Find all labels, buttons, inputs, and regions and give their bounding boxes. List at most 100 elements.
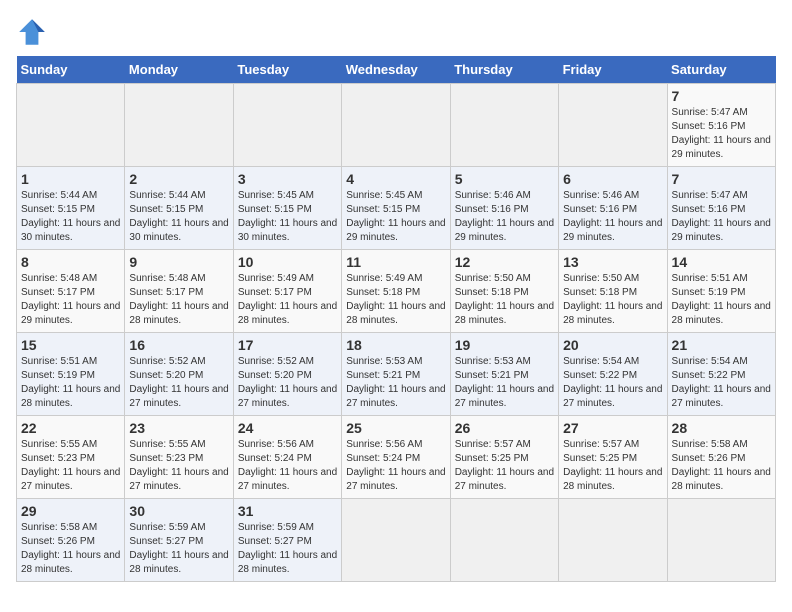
day-info: Sunrise: 5:44 AMSunset: 5:15 PMDaylight:… (129, 189, 228, 245)
day-number: 22 (21, 420, 120, 436)
calendar-table: SundayMondayTuesdayWednesdayThursdayFrid… (16, 56, 776, 582)
day-number: 27 (563, 420, 662, 436)
calendar-day-cell (125, 84, 233, 167)
day-number: 25 (346, 420, 445, 436)
calendar-day-cell: 3Sunrise: 5:45 AMSunset: 5:15 PMDaylight… (233, 167, 341, 250)
logo-icon (16, 16, 48, 48)
day-of-week-header: Monday (125, 56, 233, 84)
calendar-day-cell: 29Sunrise: 5:58 AMSunset: 5:26 PMDayligh… (17, 499, 125, 582)
calendar-day-cell: 31 Sunrise: 5:59 AMSunset: 5:27 PMDayligh… (233, 499, 341, 582)
day-info: Sunrise: 5:57 AMSunset: 5:25 PMDaylight:… (455, 438, 554, 494)
day-info: Sunrise: 5:52 AMSunset: 5:20 PMDaylight:… (238, 355, 337, 411)
day-info: Sunrise: 5:48 AMSunset: 5:17 PMDaylight:… (21, 272, 120, 328)
day-of-week-header: Thursday (450, 56, 558, 84)
day-info: Sunrise: 5:47 AMSunset: 5:16 PMDaylight:… (672, 106, 771, 162)
calendar-day-cell: 8 Sunrise: 5:48 AMSunset: 5:17 PMDaylight… (17, 250, 125, 333)
calendar-day-cell (559, 499, 667, 582)
day-info: Sunrise: 5:49 AMSunset: 5:18 PMDaylight:… (346, 272, 445, 328)
day-number: 14 (672, 254, 771, 270)
day-number: 13 (563, 254, 662, 270)
day-number: 24 (238, 420, 337, 436)
day-number: 18 (346, 337, 445, 353)
calendar-day-cell: 15Sunrise: 5:51 AMSunset: 5:19 PMDayligh… (17, 333, 125, 416)
calendar-day-cell: 23Sunrise: 5:55 AMSunset: 5:23 PMDayligh… (125, 416, 233, 499)
day-info: Sunrise: 5:45 AMSunset: 5:15 PMDaylight:… (238, 189, 337, 245)
calendar-day-cell: 10Sunrise: 5:49 AMSunset: 5:17 PMDayligh… (233, 250, 341, 333)
day-number: 6 (563, 171, 662, 187)
calendar-day-cell (450, 84, 558, 167)
calendar-day-cell: 13 Sunrise: 5:50 AMSunset: 5:18 PMDayligh… (559, 250, 667, 333)
day-info: Sunrise: 5:53 AMSunset: 5:21 PMDaylight:… (346, 355, 445, 411)
day-number: 31 (238, 503, 337, 519)
calendar-day-cell: 9Sunrise: 5:48 AMSunset: 5:17 PMDaylight… (125, 250, 233, 333)
day-number: 20 (563, 337, 662, 353)
day-number: 21 (672, 337, 771, 353)
day-number: 8 (21, 254, 120, 270)
calendar-week-row: 8 Sunrise: 5:48 AMSunset: 5:17 PMDaylight… (17, 250, 776, 333)
calendar-week-row: 15Sunrise: 5:51 AMSunset: 5:19 PMDayligh… (17, 333, 776, 416)
day-info: Sunrise: 5:58 AMSunset: 5:26 PMDaylight:… (21, 521, 120, 577)
calendar-day-cell: 25Sunrise: 5:56 AMSunset: 5:24 PMDayligh… (342, 416, 450, 499)
day-number: 16 (129, 337, 228, 353)
calendar-day-cell: 24Sunrise: 5:56 AMSunset: 5:24 PMDayligh… (233, 416, 341, 499)
day-number: 19 (455, 337, 554, 353)
day-info: Sunrise: 5:45 AMSunset: 5:15 PMDaylight:… (346, 189, 445, 245)
calendar-day-cell: 17 Sunrise: 5:52 AMSunset: 5:20 PMDayligh… (233, 333, 341, 416)
day-number: 2 (129, 171, 228, 187)
day-info: Sunrise: 5:48 AMSunset: 5:17 PMDaylight:… (129, 272, 228, 328)
day-number: 28 (672, 420, 771, 436)
calendar-day-cell: 4 Sunrise: 5:45 AMSunset: 5:15 PMDaylight… (342, 167, 450, 250)
day-of-week-header: Wednesday (342, 56, 450, 84)
calendar-day-cell: 22 Sunrise: 5:55 AMSunset: 5:23 PMDayligh… (17, 416, 125, 499)
calendar-day-cell: 12 Sunrise: 5:50 AMSunset: 5:18 PMDayligh… (450, 250, 558, 333)
day-info: Sunrise: 5:52 AMSunset: 5:20 PMDaylight:… (129, 355, 228, 411)
calendar-day-cell: 11Sunrise: 5:49 AMSunset: 5:18 PMDayligh… (342, 250, 450, 333)
day-of-week-header: Friday (559, 56, 667, 84)
calendar-day-cell: 14 Sunrise: 5:51 AMSunset: 5:19 PMDayligh… (667, 250, 775, 333)
calendar-day-cell (559, 84, 667, 167)
calendar-day-cell: 5Sunrise: 5:46 AMSunset: 5:16 PMDaylight… (450, 167, 558, 250)
calendar-day-cell: 7 Sunrise: 5:47 AMSunset: 5:16 PMDaylight… (667, 167, 775, 250)
day-number: 30 (129, 503, 228, 519)
day-info: Sunrise: 5:55 AMSunset: 5:23 PMDaylight:… (21, 438, 120, 494)
calendar-week-row: 7 Sunrise: 5:47 AMSunset: 5:16 PMDaylight… (17, 84, 776, 167)
calendar-day-cell: 19 Sunrise: 5:53 AMSunset: 5:21 PMDayligh… (450, 333, 558, 416)
day-number: 12 (455, 254, 554, 270)
calendar-day-cell: 28Sunrise: 5:58 AMSunset: 5:26 PMDayligh… (667, 416, 775, 499)
day-number: 26 (455, 420, 554, 436)
day-info: Sunrise: 5:44 AMSunset: 5:15 PMDaylight:… (21, 189, 120, 245)
day-info: Sunrise: 5:49 AMSunset: 5:17 PMDaylight:… (238, 272, 337, 328)
day-info: Sunrise: 5:46 AMSunset: 5:16 PMDaylight:… (455, 189, 554, 245)
day-info: Sunrise: 5:59 AMSunset: 5:27 PMDaylight:… (238, 521, 337, 577)
day-info: Sunrise: 5:50 AMSunset: 5:18 PMDaylight:… (455, 272, 554, 328)
calendar-day-cell: 21Sunrise: 5:54 AMSunset: 5:22 PMDayligh… (667, 333, 775, 416)
calendar-day-cell (342, 84, 450, 167)
calendar-day-cell (233, 84, 341, 167)
calendar-day-cell: 20Sunrise: 5:54 AMSunset: 5:22 PMDayligh… (559, 333, 667, 416)
day-info: Sunrise: 5:46 AMSunset: 5:16 PMDaylight:… (563, 189, 662, 245)
calendar-day-cell: 26 Sunrise: 5:57 AMSunset: 5:25 PMDayligh… (450, 416, 558, 499)
day-number: 1 (21, 171, 120, 187)
calendar-day-cell: 30 Sunrise: 5:59 AMSunset: 5:27 PMDayligh… (125, 499, 233, 582)
calendar-day-cell: 18 Sunrise: 5:53 AMSunset: 5:21 PMDayligh… (342, 333, 450, 416)
day-number: 17 (238, 337, 337, 353)
day-number: 4 (346, 171, 445, 187)
page-header (16, 16, 776, 48)
day-info: Sunrise: 5:59 AMSunset: 5:27 PMDaylight:… (129, 521, 228, 577)
day-of-week-header: Tuesday (233, 56, 341, 84)
calendar-day-cell: 6 Sunrise: 5:46 AMSunset: 5:16 PMDaylight… (559, 167, 667, 250)
day-number: 7 (672, 88, 771, 104)
calendar-day-cell (667, 499, 775, 582)
day-info: Sunrise: 5:50 AMSunset: 5:18 PMDaylight:… (563, 272, 662, 328)
day-number: 23 (129, 420, 228, 436)
calendar-day-cell: 16 Sunrise: 5:52 AMSunset: 5:20 PMDayligh… (125, 333, 233, 416)
calendar-week-row: 22 Sunrise: 5:55 AMSunset: 5:23 PMDayligh… (17, 416, 776, 499)
day-of-week-header: Sunday (17, 56, 125, 84)
day-info: Sunrise: 5:51 AMSunset: 5:19 PMDaylight:… (672, 272, 771, 328)
day-info: Sunrise: 5:47 AMSunset: 5:16 PMDaylight:… (672, 189, 771, 245)
day-number: 7 (672, 171, 771, 187)
calendar-day-cell: 27Sunrise: 5:57 AMSunset: 5:25 PMDayligh… (559, 416, 667, 499)
day-of-week-header: Saturday (667, 56, 775, 84)
calendar-day-cell (450, 499, 558, 582)
day-info: Sunrise: 5:53 AMSunset: 5:21 PMDaylight:… (455, 355, 554, 411)
